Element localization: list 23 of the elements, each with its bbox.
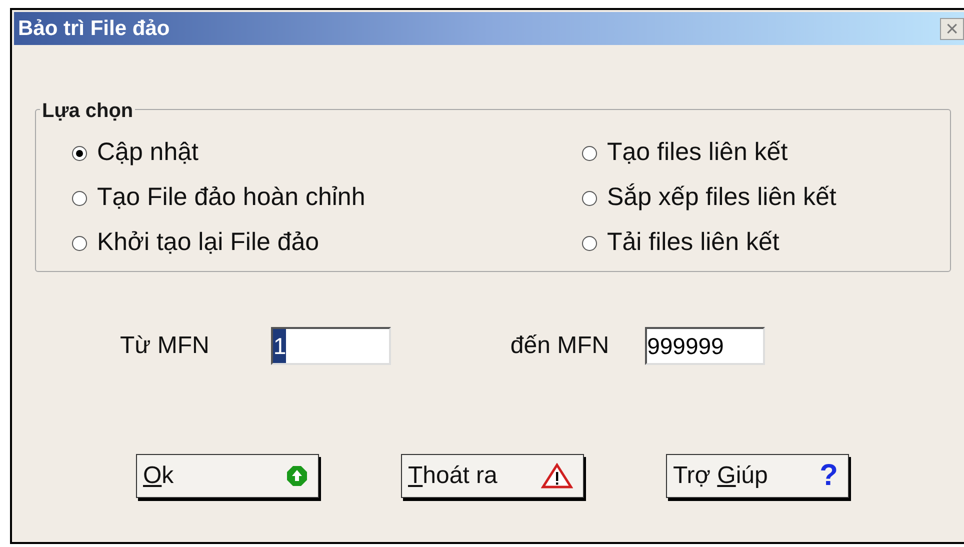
- up-arrow-icon: [286, 465, 308, 487]
- field-label: đến MFN: [510, 331, 610, 361]
- input-field[interactable]: 999999: [645, 327, 766, 365]
- option-label: Tải files liên kết: [607, 227, 780, 258]
- option-label: Sắp xếp files liên kết: [607, 182, 836, 214]
- radio-button[interactable]: [582, 146, 597, 160]
- option-label: Tạo files liên kết: [607, 137, 788, 168]
- help-icon: ?: [820, 461, 838, 491]
- option-label: Tạo File đảo hoàn chỉnh: [97, 182, 366, 214]
- warning-icon: [541, 463, 573, 489]
- dialog-button[interactable]: Thoát ra: [401, 454, 584, 498]
- input-field[interactable]: 1: [271, 327, 392, 365]
- dialog-button[interactable]: Ok: [136, 454, 319, 498]
- radio-button[interactable]: [582, 236, 597, 250]
- radio-button[interactable]: [72, 146, 87, 160]
- radio-button[interactable]: [72, 190, 87, 206]
- field-label: Từ MFN: [120, 331, 210, 361]
- radio-button[interactable]: [582, 190, 597, 206]
- radio-button[interactable]: [72, 236, 87, 250]
- dialog-button[interactable]: Trợ Giúp ?: [666, 454, 849, 498]
- option-label: Cập nhật: [97, 137, 198, 168]
- window-title: Bảo trì File đảo: [18, 16, 170, 42]
- option-label: Khởi tạo lại File đảo: [97, 227, 320, 258]
